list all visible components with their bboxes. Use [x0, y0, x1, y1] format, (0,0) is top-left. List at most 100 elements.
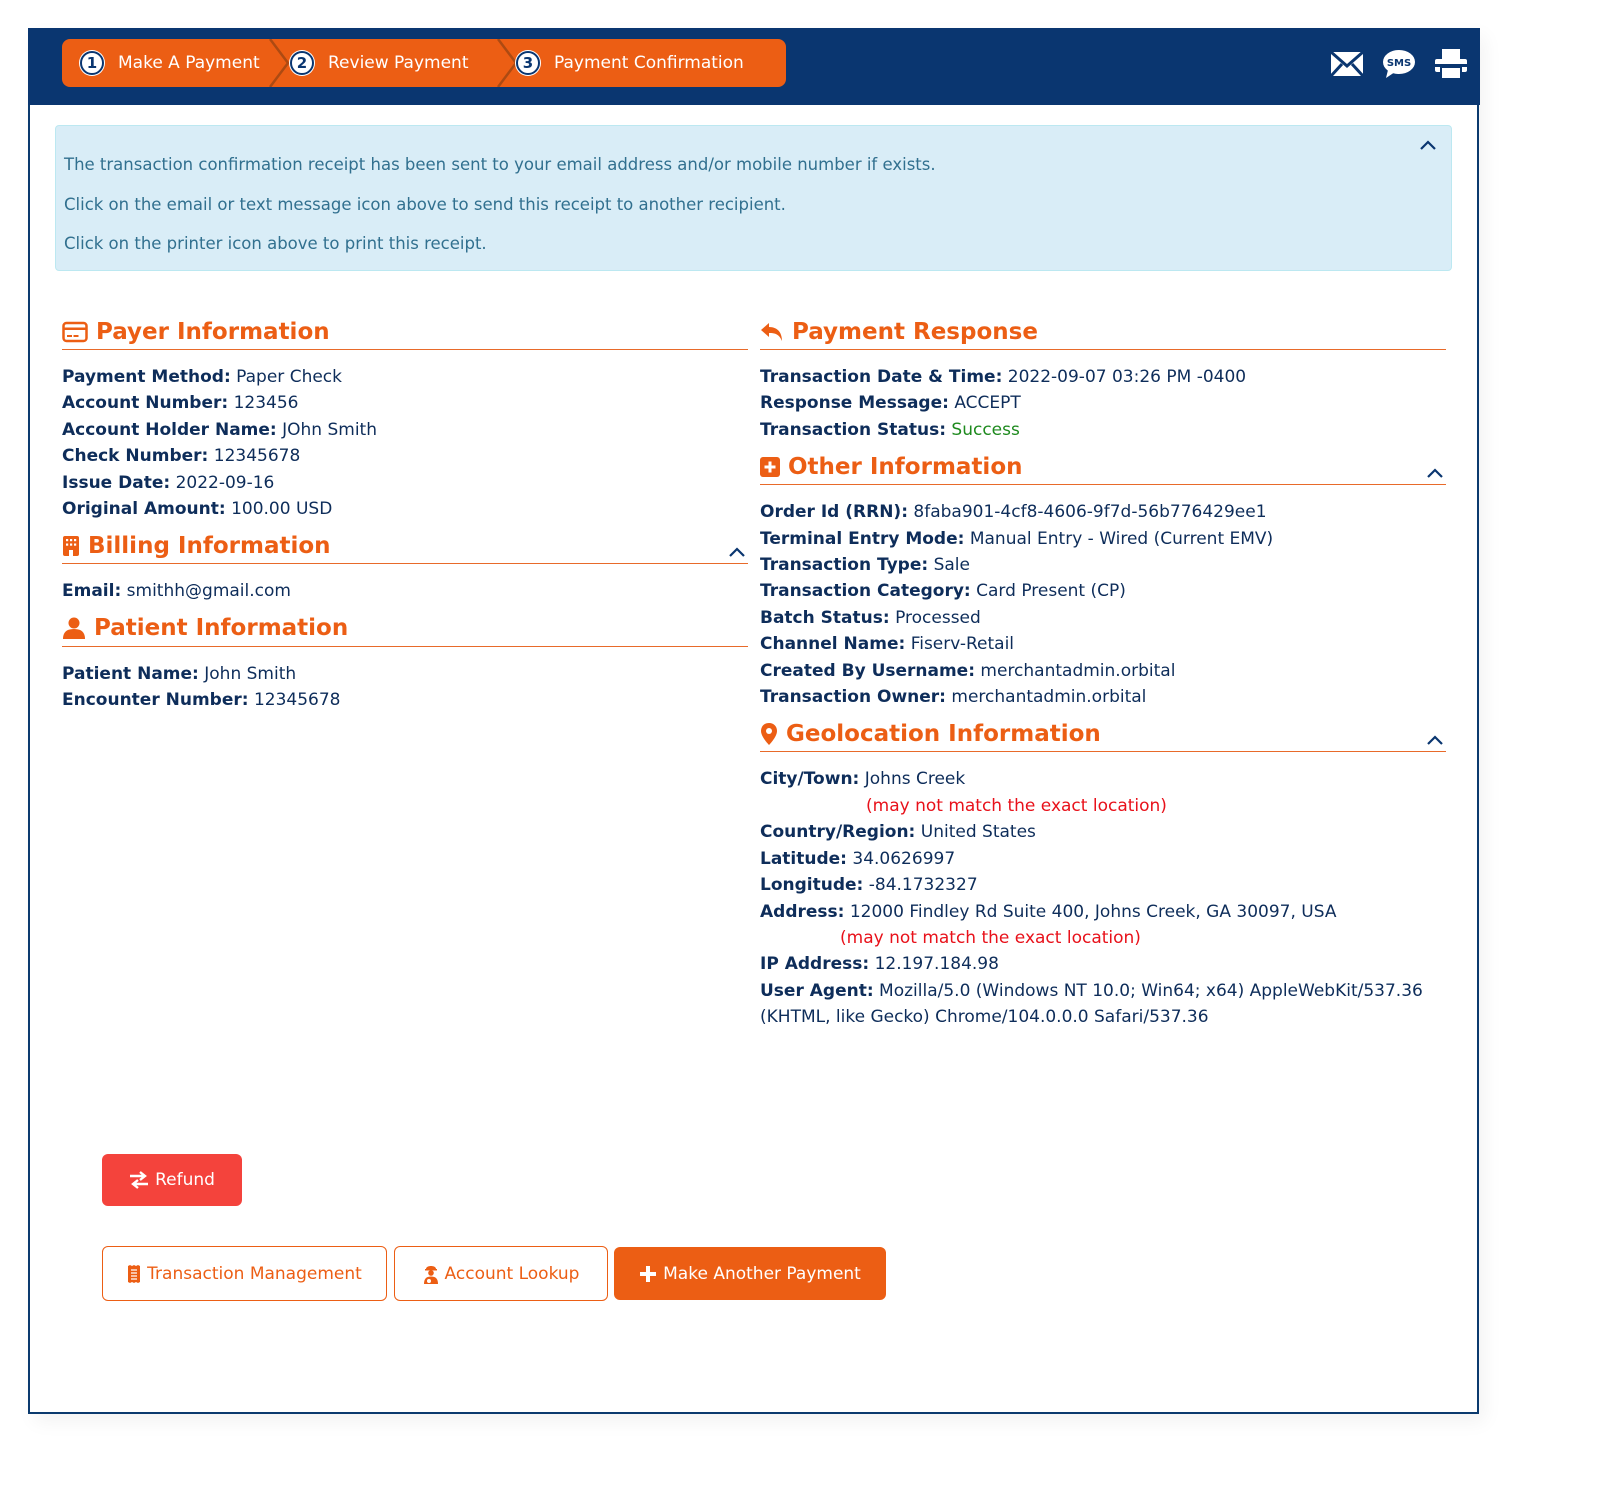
- step-label: Review Payment: [328, 53, 469, 73]
- field-label: Email:: [62, 581, 122, 602]
- detail-row: Transaction Date & Time: 2022-09-07 03:2…: [760, 364, 1446, 390]
- field-label: Transaction Type:: [760, 555, 929, 576]
- field-value: Card Present (CP): [976, 581, 1126, 602]
- make-another-payment-button[interactable]: Make Another Payment: [614, 1247, 886, 1300]
- field-label: Batch Status:: [760, 607, 890, 628]
- section-title: Payer Information: [96, 318, 330, 345]
- field-label: Payment Method:: [62, 367, 231, 387]
- chevron-up-icon[interactable]: [1426, 726, 1444, 752]
- detail-row: Terminal Entry Mode: Manual Entry - Wire…: [760, 526, 1446, 552]
- field-label: Check Number:: [62, 446, 209, 467]
- step-label: Payment Confirmation: [554, 53, 744, 73]
- step-number: 3: [516, 51, 540, 75]
- geolocation-information-header[interactable]: Geolocation Information: [760, 716, 1446, 753]
- field-label: Transaction Status:: [760, 419, 946, 440]
- field-value: smithh@gmail.com: [126, 581, 291, 602]
- wizard-step-review-payment[interactable]: 2 Review Payment: [290, 39, 506, 87]
- user-worker-icon: [423, 1264, 439, 1284]
- button-label: Refund: [155, 1170, 215, 1190]
- billing-details: Email: smithh@gmail.com: [62, 564, 748, 610]
- detail-row: Account Holder Name: JOhn Smith: [62, 417, 748, 443]
- section-title: Geolocation Information: [786, 720, 1101, 747]
- field-value: Sale: [933, 555, 970, 576]
- field-value: ACCEPT: [954, 393, 1021, 414]
- transaction-management-button[interactable]: Transaction Management: [102, 1246, 387, 1301]
- plus-square-icon: [760, 456, 780, 477]
- other-details: Order Id (RRN): 8faba901-4cf8-4606-9f7d-…: [760, 485, 1446, 716]
- detail-row: Issue Date: 2022-09-16: [62, 470, 748, 496]
- field-label: Patient Name:: [62, 663, 199, 684]
- right-column: Payment Response Transaction Date & Time…: [760, 314, 1446, 1037]
- field-value: 34.0626997: [852, 848, 956, 869]
- field-value: United States: [920, 822, 1036, 843]
- exchange-icon: [129, 1171, 149, 1189]
- field-value: 12000 Findley Rd Suite 400, Johns Creek,…: [849, 901, 1337, 922]
- field-label: City/Town:: [760, 769, 860, 790]
- step-number: 2: [290, 51, 314, 75]
- field-value: JOhn Smith: [282, 419, 377, 440]
- field-value: 12.197.184.98: [874, 954, 999, 975]
- field-value: 100.00 USD: [231, 499, 333, 520]
- chevron-up-icon[interactable]: [728, 538, 746, 564]
- detail-row: IP Address: 12.197.184.98: [760, 951, 1446, 977]
- field-label: Transaction Date & Time:: [760, 367, 1003, 387]
- alert-line: Click on the email or text message icon …: [64, 195, 786, 214]
- chevron-up-icon[interactable]: [1426, 459, 1444, 485]
- account-lookup-button[interactable]: Account Lookup: [394, 1246, 608, 1301]
- sms-icon[interactable]: SMS: [1382, 49, 1416, 83]
- header-actions: SMS: [1329, 48, 1468, 84]
- detail-row: Account Number: 123456: [62, 390, 748, 416]
- section-title: Patient Information: [94, 615, 349, 642]
- field-label: Latitude:: [760, 848, 847, 869]
- step-divider-icon: [496, 39, 518, 87]
- refund-button[interactable]: Refund: [102, 1154, 242, 1206]
- step-label: Make A Payment: [118, 53, 260, 73]
- location-disclaimer: (may not match the exact location): [866, 795, 1167, 816]
- detail-row: Address: 12000 Findley Rd Suite 400, Joh…: [760, 899, 1446, 925]
- field-label: Longitude:: [760, 875, 864, 896]
- detail-row: Patient Name: John Smith: [62, 661, 748, 687]
- confirmation-alert: The transaction confirmation receipt has…: [55, 125, 1452, 271]
- button-label: Account Lookup: [444, 1263, 580, 1284]
- detail-row: Check Number: 12345678: [62, 443, 748, 469]
- detail-row: Created By Username: merchantadmin.orbit…: [760, 658, 1446, 684]
- header-bar: 1 Make A Payment 2 Review Payment 3 Paym…: [28, 28, 1480, 105]
- wizard-step-make-payment[interactable]: 1 Make A Payment: [80, 39, 280, 87]
- reply-icon: [760, 322, 784, 342]
- other-information-header[interactable]: Other Information: [760, 449, 1446, 486]
- section-title: Payment Response: [792, 318, 1038, 345]
- email-icon[interactable]: [1329, 50, 1365, 82]
- field-label: Country/Region:: [760, 822, 916, 843]
- field-value: Paper Check: [236, 367, 342, 387]
- field-label: Order Id (RRN):: [760, 502, 908, 523]
- step-number: 1: [80, 51, 104, 75]
- wizard-step-payment-confirmation[interactable]: 3 Payment Confirmation: [516, 39, 756, 87]
- left-column: Payer Information Payment Method: Paper …: [62, 314, 748, 720]
- field-value: Manual Entry - Wired (Current EMV): [969, 528, 1274, 549]
- detail-row: Country/Region: United States: [760, 819, 1446, 845]
- field-value: 12345678: [213, 446, 301, 467]
- field-value: 2022-09-07 03:26 PM -0400: [1007, 367, 1247, 387]
- field-value: -84.1732327: [868, 875, 978, 896]
- field-label: IP Address:: [760, 954, 870, 975]
- detail-row: Transaction Owner: merchantadmin.orbital: [760, 684, 1446, 710]
- detail-row: Longitude: -84.1732327: [760, 872, 1446, 898]
- field-label: Transaction Owner:: [760, 687, 946, 708]
- chevron-up-icon[interactable]: [1419, 136, 1437, 155]
- patient-details: Patient Name: John Smith Encounter Numbe…: [62, 647, 748, 720]
- printer-icon[interactable]: [1434, 48, 1468, 84]
- detail-row: Batch Status: Processed: [760, 605, 1446, 631]
- field-label: Channel Name:: [760, 634, 906, 655]
- billing-information-header[interactable]: Billing Information: [62, 528, 748, 565]
- detail-row: User Agent: Mozilla/5.0 (Windows NT 10.0…: [760, 978, 1446, 1004]
- receipt-icon: [127, 1264, 141, 1283]
- alert-line: Click on the printer icon above to print…: [64, 234, 487, 253]
- detail-row: Transaction Status: Success: [760, 417, 1446, 443]
- field-label: Issue Date:: [62, 472, 171, 493]
- detail-row: Email: smithh@gmail.com: [62, 578, 748, 604]
- user-icon: [62, 617, 86, 640]
- detail-row: Order Id (RRN): 8faba901-4cf8-4606-9f7d-…: [760, 499, 1446, 525]
- detail-row: Transaction Category: Card Present (CP): [760, 578, 1446, 604]
- field-label: Original Amount:: [62, 499, 226, 520]
- geolocation-details: City/Town: Johns Creek (may not match th…: [760, 752, 1446, 1036]
